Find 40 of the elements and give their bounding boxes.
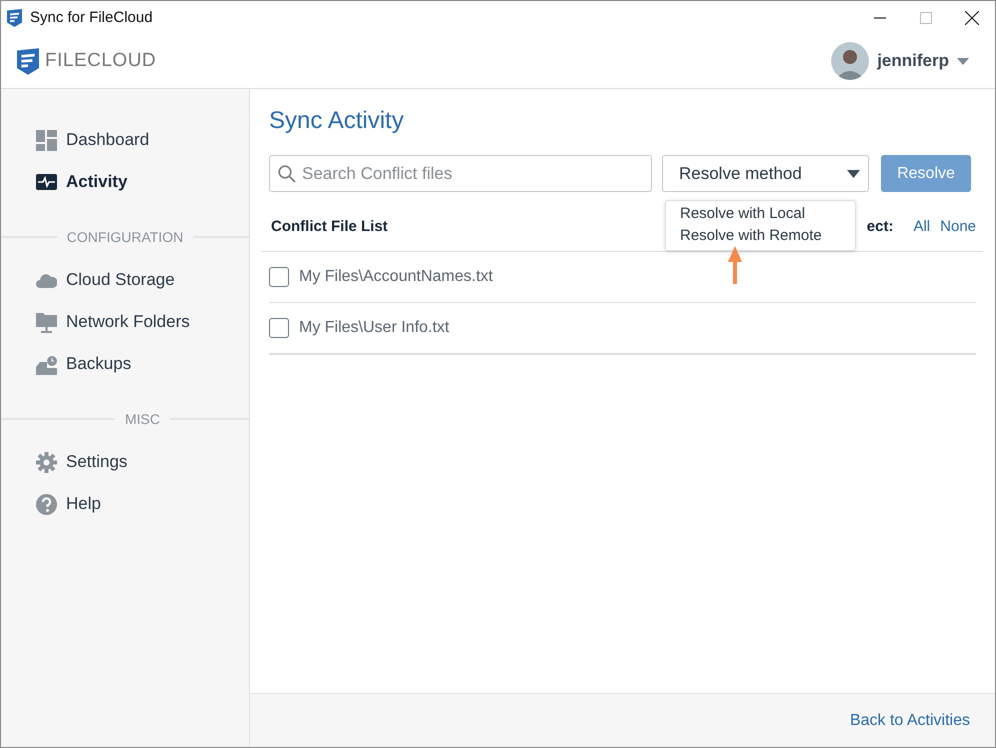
sidebar-item[interactable]: Dashboard bbox=[1, 119, 249, 161]
resolve-method-dropdown[interactable]: Resolve method bbox=[662, 155, 869, 192]
file-name: My Files\AccountNames.txt bbox=[299, 268, 493, 286]
sidebar-item[interactable]: Backups bbox=[1, 343, 249, 385]
app-icon bbox=[7, 8, 22, 26]
sidebar-item[interactable]: Settings bbox=[1, 441, 249, 483]
sidebar-item[interactable]: Help bbox=[1, 483, 249, 525]
gear-icon bbox=[36, 452, 57, 472]
pulse-icon bbox=[36, 172, 57, 192]
sidebar-item[interactable]: Network Folders bbox=[1, 301, 249, 343]
help-icon bbox=[36, 494, 57, 514]
checkbox[interactable] bbox=[269, 318, 289, 338]
checkbox[interactable] bbox=[269, 267, 289, 287]
menu-option[interactable]: Resolve with Remote bbox=[666, 225, 855, 247]
list-title: Conflict File List bbox=[271, 218, 388, 235]
avatar-icon bbox=[831, 42, 870, 80]
dashboard-icon bbox=[36, 130, 57, 150]
close-icon bbox=[965, 10, 979, 24]
caret-icon bbox=[957, 58, 969, 64]
select-link[interactable]: All bbox=[913, 218, 930, 235]
select-link[interactable]: None bbox=[940, 218, 976, 235]
caret-icon bbox=[847, 170, 860, 178]
back-link[interactable]: Back to Activities bbox=[850, 712, 970, 730]
sidebar-item[interactable]: Activity bbox=[1, 161, 249, 203]
backup-drive-icon bbox=[36, 354, 57, 374]
sidebar-item[interactable]: Cloud Storage bbox=[1, 259, 249, 301]
logo-text: FILECLOUD bbox=[45, 50, 156, 72]
user-menu[interactable]: jenniferp bbox=[831, 42, 969, 80]
menu-option[interactable]: Resolve with Local bbox=[666, 203, 855, 225]
logo-icon bbox=[17, 48, 39, 74]
annotation-arrow bbox=[728, 246, 742, 284]
section-heading: CONFIGURATION bbox=[66, 229, 184, 245]
page-title: Sync Activity bbox=[269, 107, 405, 135]
select-label: ect: bbox=[866, 218, 894, 235]
network-folder-icon bbox=[36, 312, 57, 332]
search-field[interactable]: Search Conflict files bbox=[269, 155, 652, 192]
maximize-icon bbox=[920, 12, 932, 24]
window-title: Sync for FileCloud bbox=[30, 9, 154, 26]
file-name: My Files\User Info.txt bbox=[299, 319, 450, 337]
section-heading: MISC bbox=[124, 411, 161, 427]
